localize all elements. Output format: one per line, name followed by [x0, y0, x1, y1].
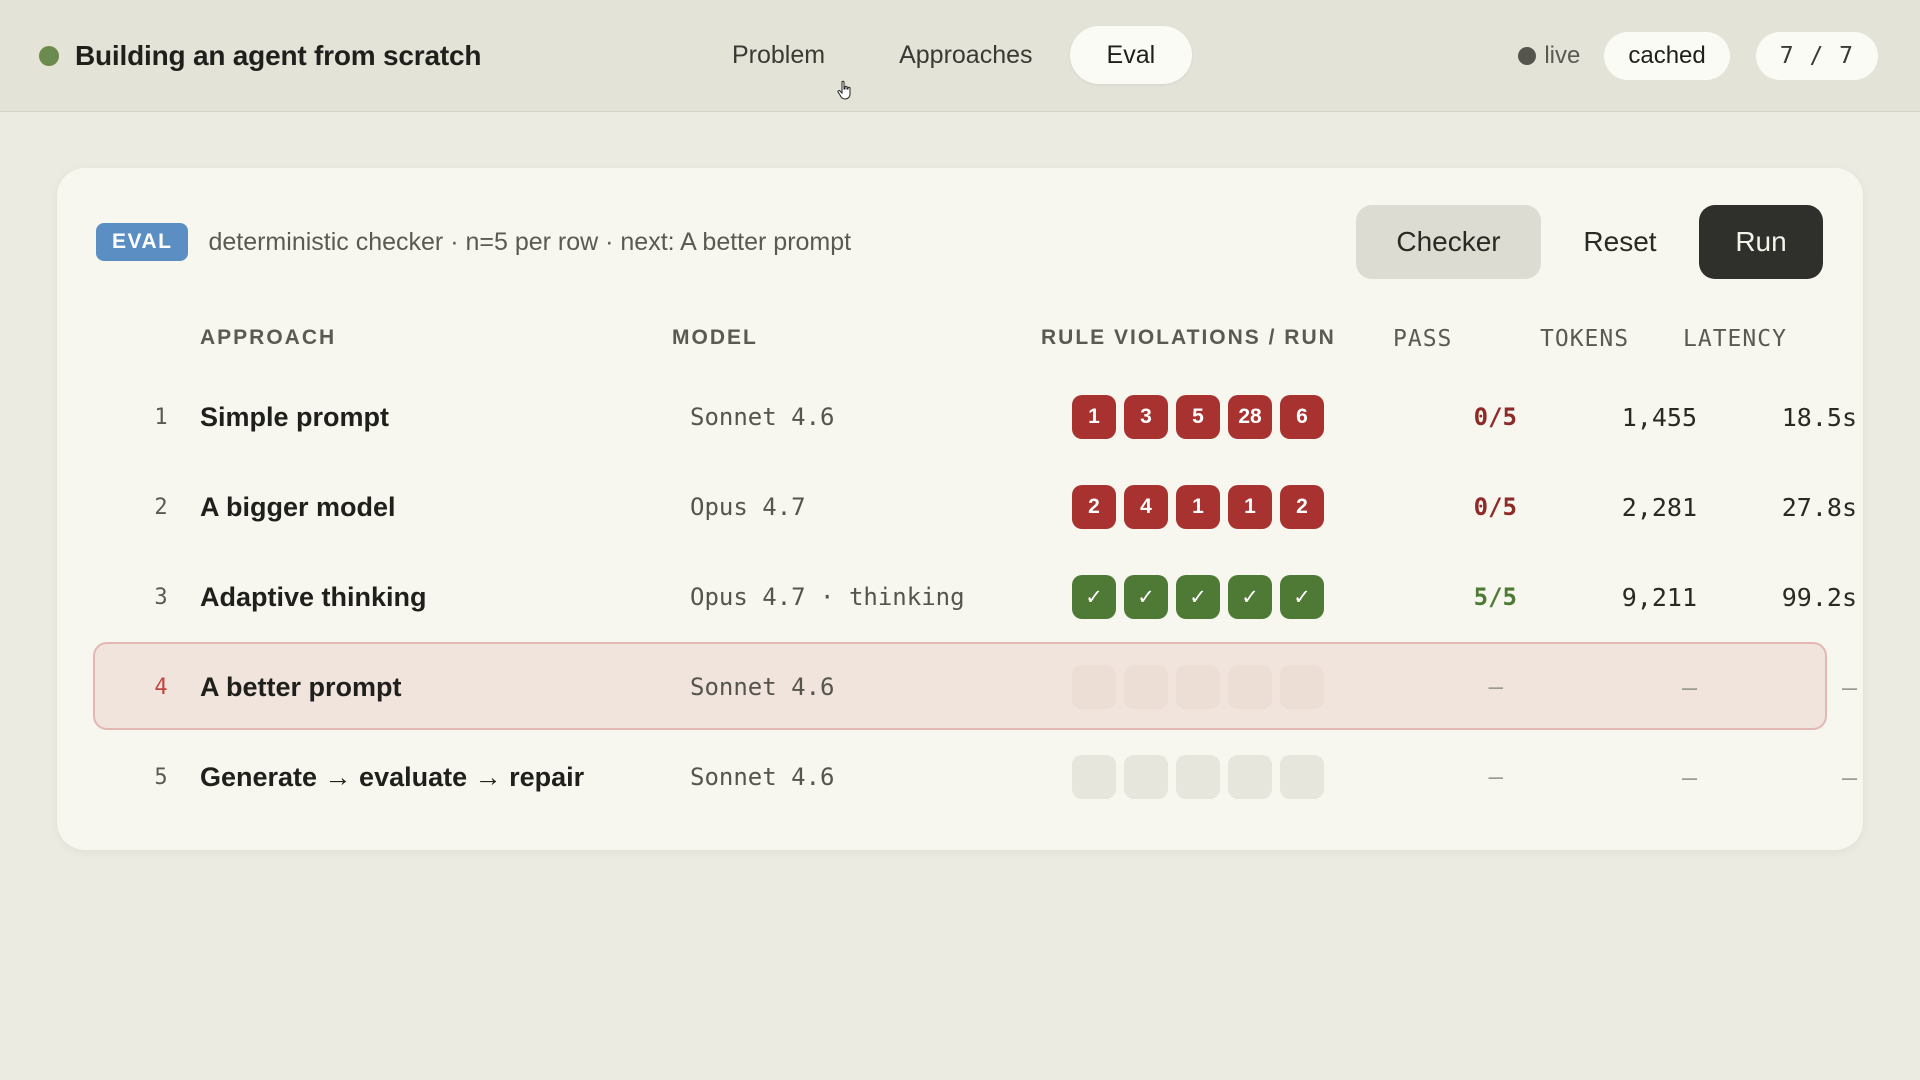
check-chip: ✓: [1280, 575, 1324, 619]
col-approach: APPROACH: [200, 326, 337, 349]
col-pass: PASS: [1393, 326, 1453, 352]
latency-value: –: [1841, 672, 1857, 702]
run-chip: [1124, 755, 1168, 799]
tab-eval[interactable]: Eval: [1069, 26, 1193, 84]
app-title: Building an agent from scratch: [75, 40, 482, 71]
status-area: live cached 7 / 7: [1518, 32, 1878, 80]
latency-value: –: [1841, 762, 1857, 792]
col-model: MODEL: [672, 326, 758, 349]
run-chip: 1: [1072, 395, 1116, 439]
col-latency: LATENCY: [1683, 326, 1787, 352]
status-dot-icon: [39, 46, 59, 66]
violation-chips: ✓ ✓ ✓ ✓ ✓: [1072, 552, 1332, 642]
model-name: Sonnet 4.6: [690, 673, 835, 701]
row-number: 4: [154, 674, 168, 700]
hand-cursor-icon: [837, 80, 851, 100]
model-name: Sonnet 4.6: [690, 403, 835, 431]
results-table: APPROACH MODEL RULE VIOLATIONS / RUN PAS…: [57, 298, 1863, 822]
pass-rate: 0/5: [1473, 493, 1517, 521]
tab-problem[interactable]: Problem: [695, 26, 862, 84]
run-chip: 28: [1228, 395, 1272, 439]
run-chip: [1280, 665, 1324, 709]
approach-name: A better prompt: [200, 671, 402, 702]
brand: Building an agent from scratch: [39, 36, 481, 76]
approach-name: Generate → evaluate → repair: [200, 761, 585, 792]
run-chip: 2: [1280, 485, 1324, 529]
live-label: live: [1544, 42, 1581, 69]
row-number: 1: [154, 404, 168, 430]
run-chip: [1176, 665, 1220, 709]
approach-name: Adaptive thinking: [200, 581, 427, 612]
run-chip: [1072, 755, 1116, 799]
run-chip: [1072, 665, 1116, 709]
table-row[interactable]: 2A bigger model Opus 4.7 2 4 1 1 2 0/5 2,281 27.8…: [57, 462, 1863, 552]
run-chip: 3: [1124, 395, 1168, 439]
pass-rate: 5/5: [1473, 583, 1517, 611]
model-name: Opus 4.7 · thinking: [690, 583, 965, 611]
run-chip: 5: [1176, 395, 1220, 439]
run-chip: 2: [1072, 485, 1116, 529]
pass-rate: –: [1488, 763, 1503, 791]
model-name: Opus 4.7: [690, 493, 806, 521]
table-row[interactable]: 5 Generate → evaluate → repair Sonnet 4.6 –…: [57, 732, 1863, 822]
live-indicator: live: [1518, 42, 1580, 70]
table-row[interactable]: 4A better prompt Sonnet 4.6– – –: [57, 642, 1863, 732]
run-chip: 4: [1124, 485, 1168, 529]
top-bar: Building an agent from scratch Problem A…: [0, 0, 1920, 112]
approach-name: Simple prompt: [200, 401, 390, 432]
eval-badge: EVAL: [96, 223, 189, 261]
eval-description: deterministic checker · n=5 per row · ne…: [208, 227, 852, 256]
eval-header: EVAL deterministic checker · n=5 per row…: [96, 205, 1823, 279]
run-chip: 6: [1280, 395, 1324, 439]
row-number: 5: [154, 764, 168, 790]
check-chip: ✓: [1124, 575, 1168, 619]
run-chip: [1228, 755, 1272, 799]
model-name: Sonnet 4.6: [690, 763, 835, 791]
checker-button[interactable]: Checker: [1356, 205, 1541, 279]
run-chip: [1124, 665, 1168, 709]
latency-value: 27.8s: [1781, 492, 1857, 522]
main-nav: Problem Approaches Eval: [695, 25, 1193, 85]
approach-name: A bigger model: [200, 491, 396, 522]
live-dot-icon: [1518, 47, 1537, 65]
page-counter: 7 / 7: [1755, 32, 1878, 80]
run-chip: 1: [1176, 485, 1220, 529]
run-chip: 1: [1228, 485, 1272, 529]
eval-card: EVAL deterministic checker · n=5 per row…: [57, 168, 1863, 850]
row-number: 3: [154, 584, 168, 610]
run-chip: [1176, 755, 1220, 799]
table-header: APPROACH MODEL RULE VIOLATIONS / RUN PAS…: [57, 298, 1863, 372]
violation-chips: [1072, 732, 1332, 822]
tab-approaches[interactable]: Approaches: [862, 26, 1069, 84]
latency-value: 99.2s: [1781, 582, 1857, 612]
violation-chips: [1072, 642, 1332, 732]
col-tokens: TOKENS: [1540, 326, 1630, 352]
violation-chips: 1 3 5 28 6: [1072, 372, 1332, 462]
reset-button[interactable]: Reset: [1541, 205, 1699, 279]
table-row[interactable]: 3 Adaptive thinking Opus 4.7 · thinking ✓ ✓ ✓…: [57, 552, 1863, 642]
latency-value: 18.5s: [1781, 402, 1857, 432]
run-chip: [1228, 665, 1272, 709]
pass-rate: –: [1488, 673, 1503, 701]
check-chip: ✓: [1176, 575, 1220, 619]
violation-chips: 24112: [1072, 462, 1332, 552]
pass-rate: 0/5: [1473, 403, 1517, 431]
col-violations: RULE VIOLATIONS / RUN: [1041, 326, 1336, 349]
run-chip: [1280, 755, 1324, 799]
check-chip: ✓: [1228, 575, 1272, 619]
cached-badge[interactable]: cached: [1604, 32, 1730, 80]
check-chip: ✓: [1072, 575, 1116, 619]
table-body: 1 Simple prompt Sonnet 4.6 1 3 5 28 6 0/5 1,455 18…: [57, 372, 1863, 822]
run-button[interactable]: Run: [1699, 205, 1823, 279]
table-row[interactable]: 1 Simple prompt Sonnet 4.6 1 3 5 28 6 0/5 1,455 18…: [57, 372, 1863, 462]
row-number: 2: [154, 494, 168, 520]
